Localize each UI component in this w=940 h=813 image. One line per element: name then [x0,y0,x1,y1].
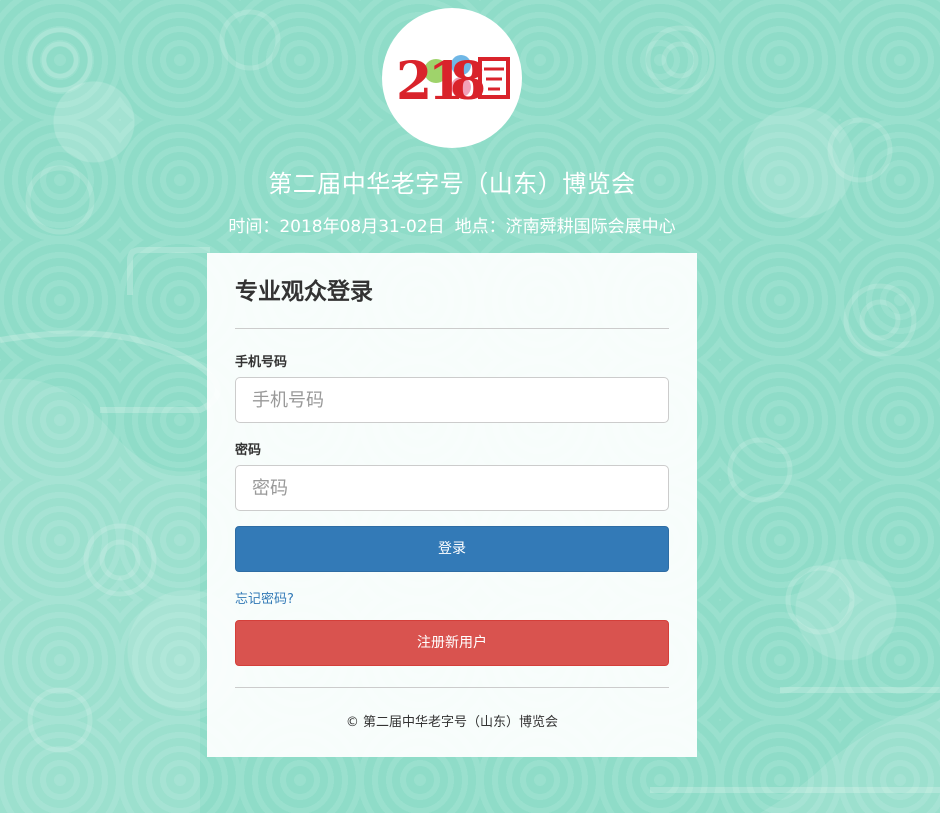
event-place: 地点：济南舜耕国际会展中心 [454,217,676,237]
event-title: 第二届中华老字号（山东）博览会 [268,170,636,198]
login-button[interactable]: 登录 [235,526,669,572]
password-input[interactable] [235,465,669,511]
logo-icon: 2 1 8 [396,51,510,112]
forgot-password-link[interactable]: 忘记密码? [235,588,294,607]
password-label: 密码 [235,443,262,458]
login-heading: 专业观众登录 [235,277,669,329]
login-panel: 专业观众登录 手机号码 密码 登录 忘记密码? 注册新用户 © 第二届中华老字号… [207,253,697,757]
event-time: 时间：2018年08月31-02日 [228,217,445,237]
copyright-footer: © 第二届中华老字号（山东）博览会 [345,715,559,730]
phone-input[interactable] [235,377,669,423]
event-info: 时间：2018年08月31-02日 地点：济南舜耕国际会展中心 [0,212,904,237]
svg-text:2: 2 [396,51,432,112]
footer-divider [235,687,669,688]
phone-label: 手机号码 [235,355,288,370]
event-logo: 2 1 8 [382,8,522,148]
register-button[interactable]: 注册新用户 [235,620,669,666]
